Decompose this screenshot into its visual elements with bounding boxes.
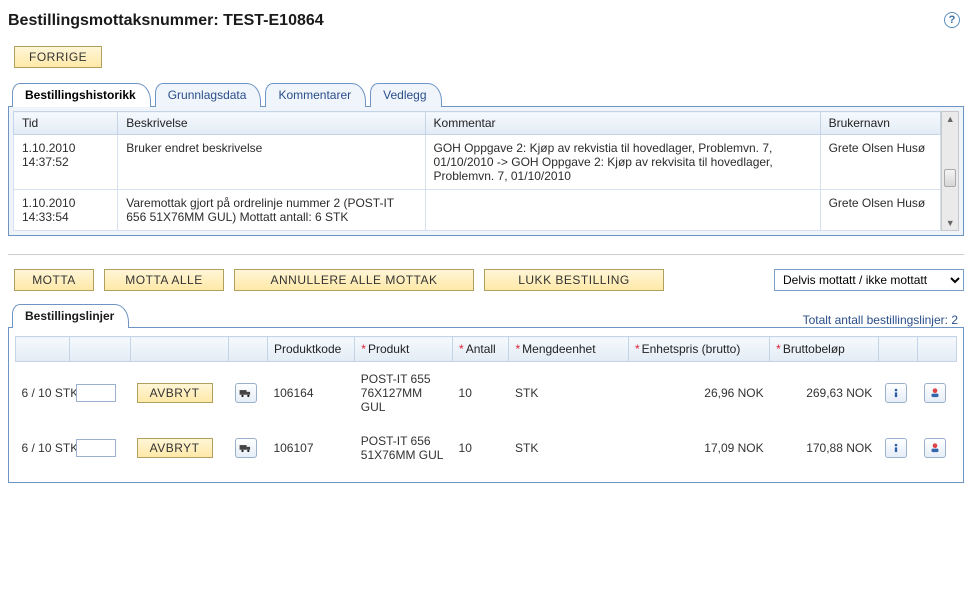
cell-time: 1.10.2010 14:37:52: [14, 135, 118, 190]
unit-price: 26,96 NOK: [628, 362, 769, 425]
cancel-line-button[interactable]: AVBRYT: [137, 438, 213, 458]
receive-button[interactable]: MOTTA: [14, 269, 94, 291]
gross-amount: 170,88 NOK: [770, 424, 879, 472]
product-code: 106107: [267, 424, 354, 472]
product-name: POST-IT 656 51X76MM GUL: [355, 424, 453, 472]
col-unit: *Mengdeenhet: [509, 337, 628, 362]
tab-comments[interactable]: Kommentarer: [265, 83, 366, 107]
cancel-line-button[interactable]: AVBRYT: [137, 383, 213, 403]
product-name: POST-IT 655 76X127MM GUL: [355, 362, 453, 425]
history-row: 1.10.2010 14:33:54 Varemottak gjort på o…: [14, 190, 941, 231]
total-lines-label: Totalt antall bestillingslinjer: 2: [803, 313, 964, 327]
scroll-up-icon[interactable]: ▲: [946, 114, 955, 124]
page-title: Bestillingsmottaksnummer: TEST-E10864: [8, 12, 324, 30]
cell-user: Grete Olsen Husø: [820, 135, 941, 190]
tab-basis-data[interactable]: Grunnlagsdata: [155, 83, 262, 107]
order-number: TEST-E10864: [223, 12, 324, 29]
col-gross: *Bruttobeløp: [770, 337, 879, 362]
quantity: 10: [453, 424, 509, 472]
unit: STK: [509, 362, 628, 425]
tab-history[interactable]: Bestillingshistorikk: [12, 83, 151, 107]
line-row: 6 / 10 STK AVBRYT 106164 POST-IT 655 76X…: [16, 362, 957, 425]
history-row: 1.10.2010 14:37:52 Bruker endret beskriv…: [14, 135, 941, 190]
cell-comment: GOH Oppgave 2: Kjøp av rekvistia til hov…: [425, 135, 820, 190]
gross-amount: 269,63 NOK: [770, 362, 879, 425]
truck-icon[interactable]: [235, 383, 257, 403]
received-qty: 6 / 10 STK: [16, 362, 70, 425]
info-icon[interactable]: [885, 438, 907, 458]
col-product-code: Produktkode: [267, 337, 354, 362]
divider: [8, 254, 964, 255]
user-badge-icon[interactable]: [924, 438, 946, 458]
product-code: 106164: [267, 362, 354, 425]
help-icon[interactable]: ?: [944, 12, 960, 28]
received-qty: 6 / 10 STK: [16, 424, 70, 472]
lines-table: Produktkode *Produkt *Antall *Mengdeenhe…: [15, 336, 957, 472]
truck-icon[interactable]: [235, 438, 257, 458]
unit-price: 17,09 NOK: [628, 424, 769, 472]
scroll-thumb[interactable]: [944, 169, 956, 187]
history-table: Tid Beskrivelse Kommentar Brukernavn 1.1…: [13, 111, 941, 231]
col-time: Tid: [14, 112, 118, 135]
user-badge-icon[interactable]: [924, 383, 946, 403]
col-quantity: *Antall: [453, 337, 509, 362]
receive-all-button[interactable]: MOTTA ALLE: [104, 269, 224, 291]
lines-panel: Produktkode *Produkt *Antall *Mengdeenhe…: [8, 327, 964, 483]
history-scrollbar[interactable]: ▲ ▼: [941, 111, 959, 231]
scroll-down-icon[interactable]: ▼: [946, 218, 955, 228]
history-panel: Tid Beskrivelse Kommentar Brukernavn 1.1…: [8, 106, 964, 236]
col-product: *Produkt: [355, 337, 453, 362]
cell-description: Varemottak gjort på ordrelinje nummer 2 …: [118, 190, 425, 231]
line-row: 6 / 10 STK AVBRYT 106107 POST-IT 656 51X…: [16, 424, 957, 472]
col-comment: Kommentar: [425, 112, 820, 135]
quantity: 10: [453, 362, 509, 425]
title-prefix: Bestillingsmottaksnummer:: [8, 12, 223, 29]
col-unit-price: *Enhetspris (brutto): [628, 337, 769, 362]
receive-qty-input[interactable]: [76, 439, 116, 457]
cell-description: Bruker endret beskrivelse: [118, 135, 425, 190]
history-tabs: Bestillingshistorikk Grunnlagsdata Komme…: [12, 82, 964, 106]
col-user: Brukernavn: [820, 112, 941, 135]
receive-qty-input[interactable]: [76, 384, 116, 402]
cell-time: 1.10.2010 14:33:54: [14, 190, 118, 231]
cancel-all-receipts-button[interactable]: ANNULLERE ALLE MOTTAK: [234, 269, 474, 291]
col-description: Beskrivelse: [118, 112, 425, 135]
filter-select[interactable]: Delvis mottatt / ikke mottatt: [774, 269, 964, 291]
close-order-button[interactable]: LUKK BESTILLING: [484, 269, 664, 291]
cell-comment: [425, 190, 820, 231]
info-icon[interactable]: [885, 383, 907, 403]
tab-attachments[interactable]: Vedlegg: [370, 83, 441, 107]
lines-tab[interactable]: Bestillingslinjer: [12, 304, 129, 328]
cell-user: Grete Olsen Husø: [820, 190, 941, 231]
unit: STK: [509, 424, 628, 472]
previous-button[interactable]: FORRIGE: [14, 46, 102, 68]
